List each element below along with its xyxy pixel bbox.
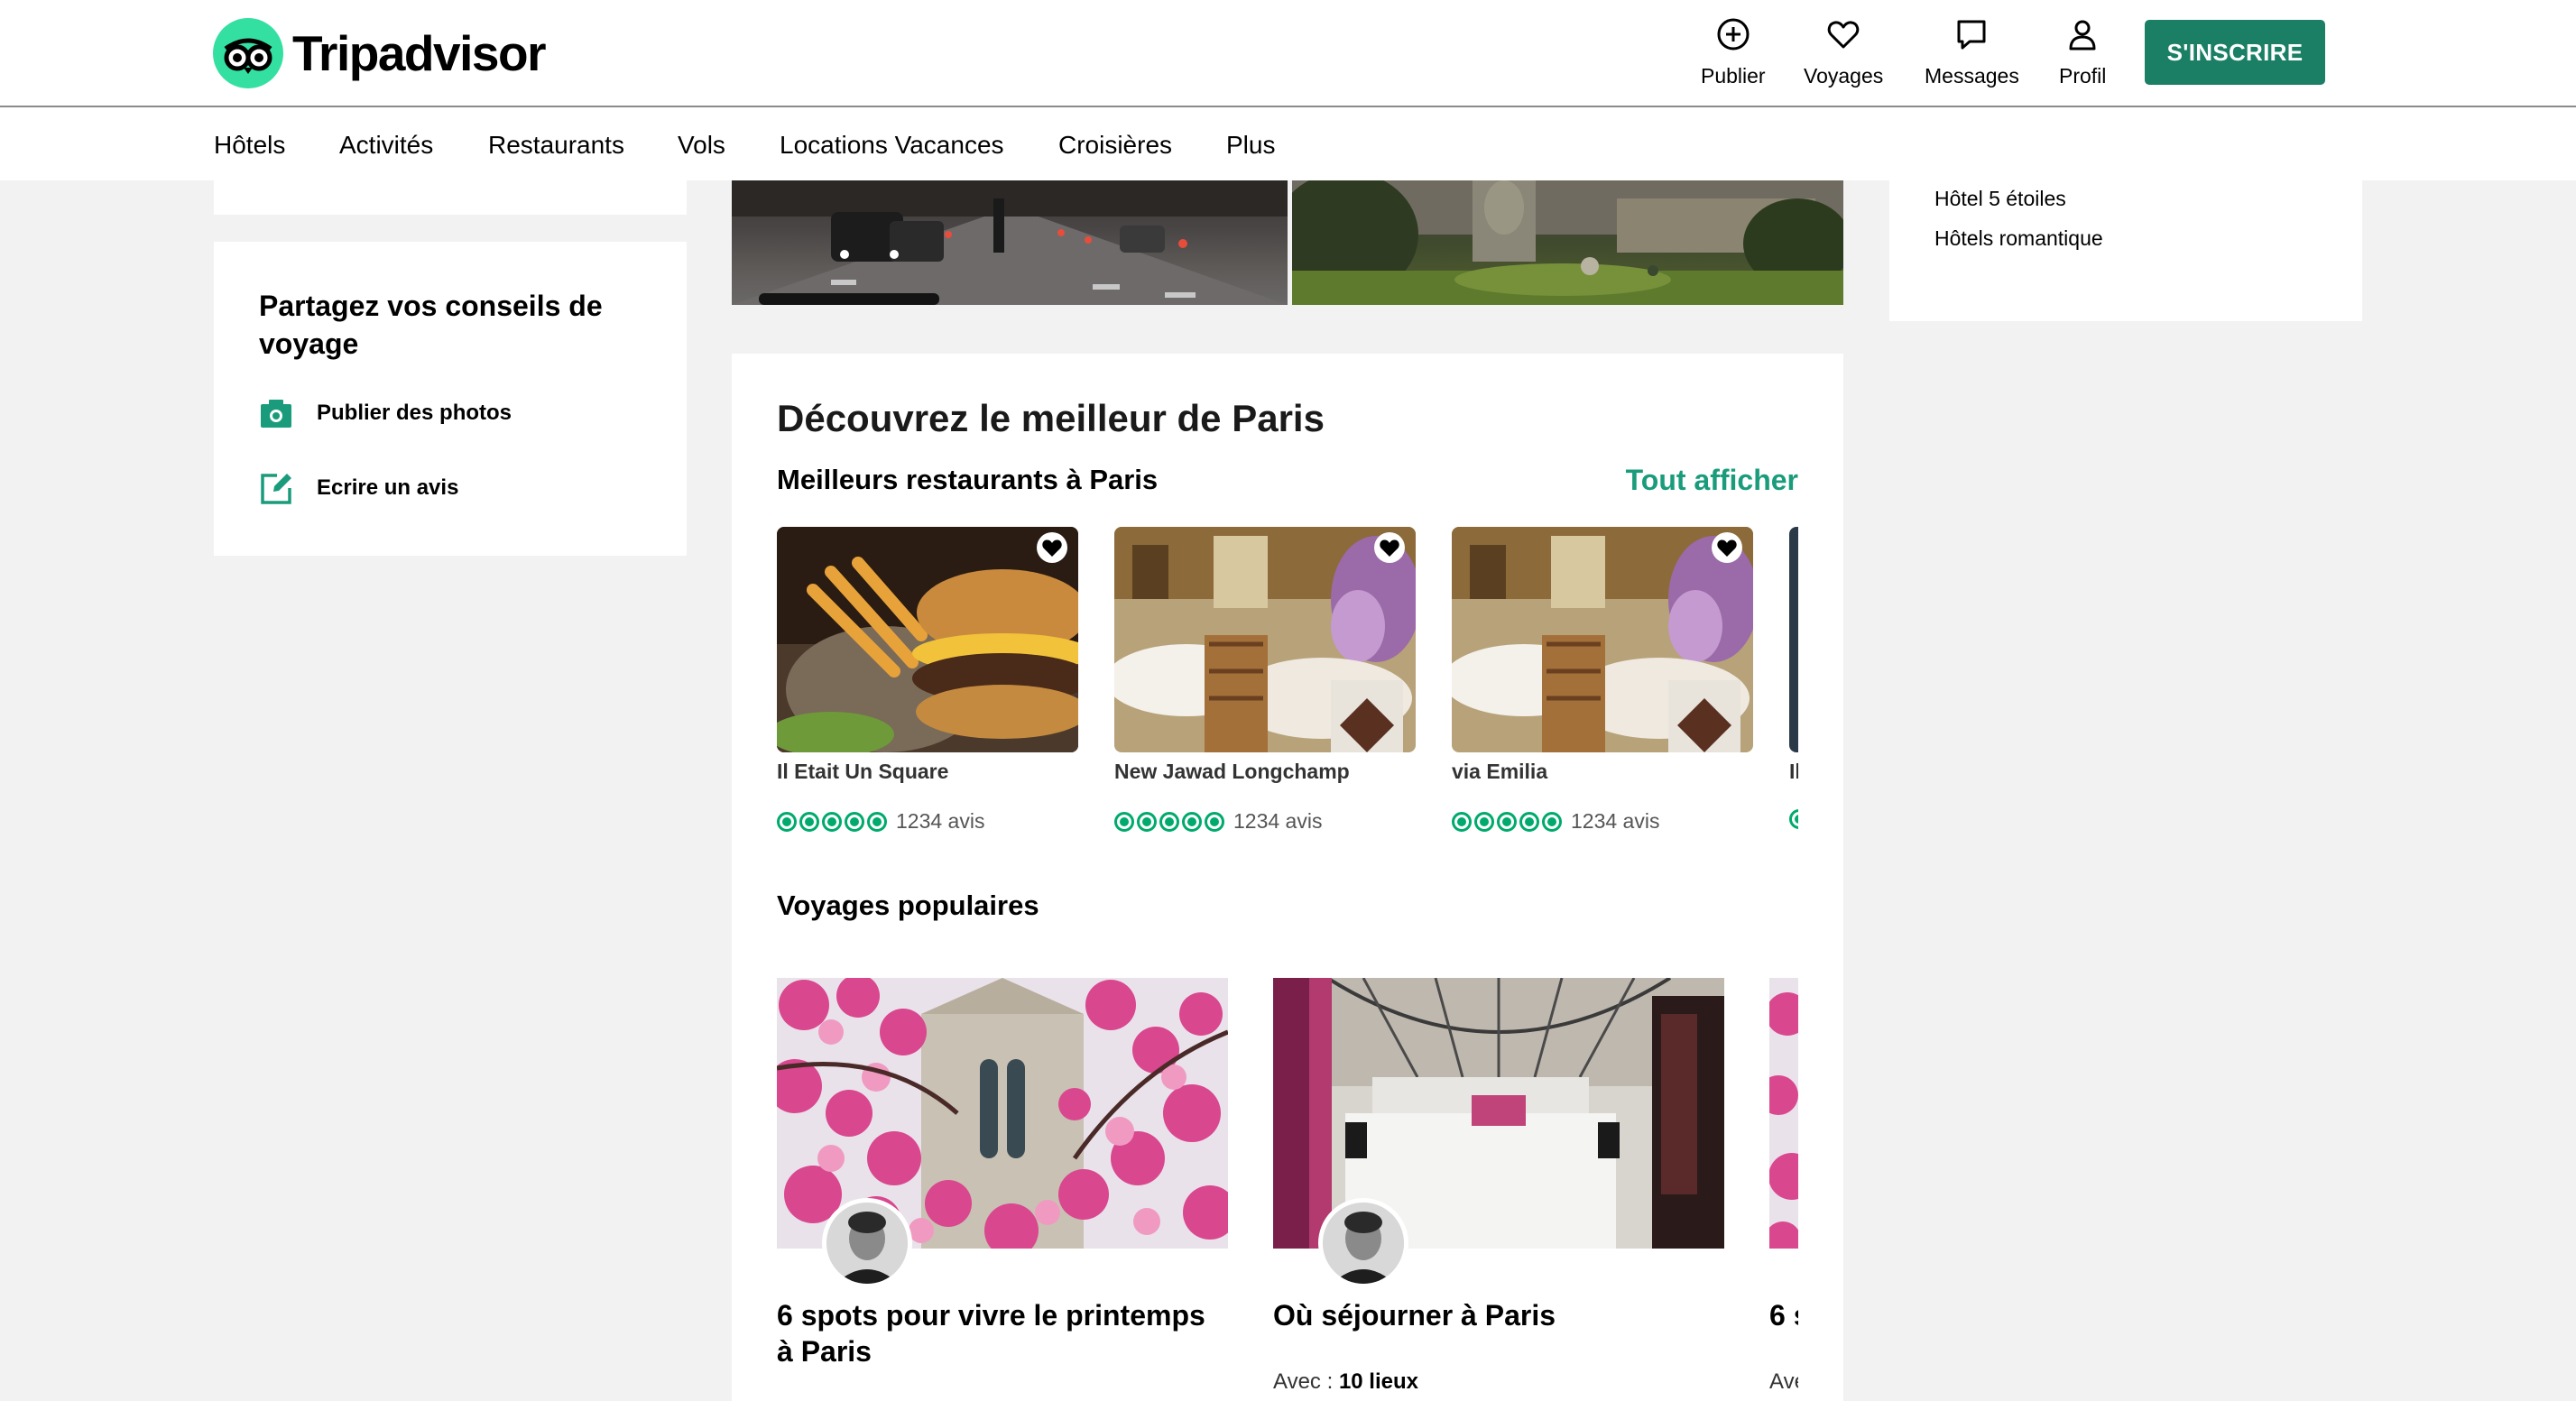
- restaurant-name: via Emilia: [1452, 760, 1548, 783]
- hotel-links-card: Hôtel 5 étoiles Hôtels romantique: [1889, 180, 2362, 321]
- restaurants-carousel: Il Etait Un Square 1234 avis New Jawad L…: [777, 527, 1798, 834]
- trips-label: Voyages: [1804, 64, 1884, 88]
- rating-bubbles: [1452, 811, 1562, 832]
- plus-circle-icon: [1717, 18, 1750, 51]
- nav-vacation-rentals[interactable]: Locations Vacances: [780, 131, 1004, 160]
- restaurant-photo: [1789, 527, 1798, 752]
- publish-button[interactable]: Publier: [1701, 16, 1766, 88]
- review-count: 1234 avis: [1233, 809, 1323, 833]
- write-review-label: Ecrire un avis: [317, 475, 459, 500]
- review-count: 1234 avis: [1571, 809, 1660, 833]
- trip-photo: [1769, 978, 1798, 1249]
- trip-places-count: 10 lieux: [1338, 1369, 1418, 1394]
- trip-title[interactable]: Où séjourner à Paris: [1273, 1297, 1724, 1333]
- tripadvisor-logo[interactable]: Tripadvisor: [213, 18, 546, 88]
- chat-icon: [1957, 20, 1986, 50]
- nav-activities[interactable]: Activités: [339, 131, 433, 160]
- trip-title[interactable]: 6 spots pour vivre le printemps à Paris: [777, 1297, 1228, 1369]
- trip-card[interactable]: 6 s Ave: [1769, 978, 1798, 1394]
- share-tips-card: Partagez vos conseils de voyage Publier …: [214, 242, 687, 556]
- profile-button[interactable]: Profil: [2059, 16, 2106, 88]
- restaurant-rating: 1234 avis: [1114, 809, 1416, 834]
- restaurant-rating: [1789, 809, 1798, 829]
- publish-label: Publier: [1701, 64, 1766, 88]
- hero-photos: [732, 180, 1843, 305]
- restaurant-name: New Jawad Longchamp: [1114, 760, 1350, 783]
- restaurant-card[interactable]: New Jawad Longchamp 1234 avis: [1114, 527, 1416, 834]
- top-header: Tripadvisor Publier Voyages Messages Pro…: [0, 0, 2576, 107]
- favorite-heart-icon[interactable]: [1712, 532, 1742, 563]
- trips-button[interactable]: Voyages: [1804, 16, 1883, 88]
- trip-meta: Ave: [1769, 1369, 1798, 1395]
- discover-title: Découvrez le meilleur de Paris: [777, 397, 1325, 439]
- best-restaurants-title: Meilleurs restaurants à Paris: [777, 464, 1159, 495]
- trip-with-label: Avec :: [1273, 1369, 1334, 1394]
- restaurant-card[interactable]: via Emilia 1234 avis: [1452, 527, 1753, 834]
- restaurant-name: Il Etait Un Square: [777, 760, 949, 783]
- write-review-link[interactable]: Ecrire un avis: [259, 471, 458, 505]
- nav-flights[interactable]: Vols: [678, 131, 725, 160]
- trip-meta: Avec : 10 lieux: [1273, 1369, 1418, 1395]
- restaurant-rating: 1234 avis: [777, 809, 1078, 834]
- signup-button[interactable]: S'INSCRIRE: [2145, 20, 2325, 85]
- see-all-link[interactable]: Tout afficher: [1626, 464, 1798, 497]
- review-count: 1234 avis: [896, 809, 985, 833]
- trips-carousel: 6 spots pour vivre le printemps à Paris: [777, 978, 1798, 1401]
- restaurant-photo: [777, 527, 1078, 752]
- nav-hotels[interactable]: Hôtels: [214, 131, 285, 160]
- favorite-heart-icon[interactable]: [1374, 532, 1405, 563]
- discover-card: Découvrez le meilleur de Paris Meilleurs…: [732, 354, 1843, 1401]
- brand-name: Tripadvisor: [292, 25, 546, 81]
- nav-restaurants[interactable]: Restaurants: [488, 131, 624, 160]
- edit-icon: [261, 474, 291, 504]
- heart-icon: [1827, 21, 1860, 49]
- link-romantic-hotels[interactable]: Hôtels romantique: [1934, 226, 2103, 251]
- user-icon: [2069, 20, 2096, 51]
- restaurant-name: Il: [1789, 760, 1798, 783]
- profile-label: Profil: [2059, 64, 2107, 88]
- restaurant-photo: [1452, 527, 1753, 752]
- share-tips-title: Partagez vos conseils de voyage: [259, 290, 603, 360]
- rating-bubbles: [1789, 809, 1798, 829]
- nav-cruises[interactable]: Croisières: [1058, 131, 1172, 160]
- nav-more[interactable]: Plus: [1226, 131, 1275, 160]
- link-5-star-hotel[interactable]: Hôtel 5 étoiles: [1934, 187, 2066, 211]
- popular-trips-title: Voyages populaires: [777, 889, 1039, 921]
- main-nav: Hôtels Activités Restaurants Vols Locati…: [0, 107, 2576, 180]
- restaurant-rating: 1234 avis: [1452, 809, 1753, 834]
- owl-logo-icon: [213, 18, 283, 88]
- trip-title[interactable]: 6 s: [1769, 1297, 1798, 1333]
- favorite-heart-icon[interactable]: [1037, 532, 1067, 563]
- garden-photo[interactable]: [1292, 180, 1843, 305]
- camera-icon: [261, 400, 291, 428]
- trip-card[interactable]: 6 spots pour vivre le printemps à Paris: [777, 978, 1228, 1368]
- restaurant-card[interactable]: Il: [1789, 527, 1798, 829]
- author-avatar[interactable]: [822, 1198, 912, 1288]
- rating-bubbles: [1114, 811, 1224, 832]
- publish-photos-link[interactable]: Publier des photos: [259, 397, 512, 429]
- street-photo[interactable]: [732, 180, 1288, 305]
- messages-label: Messages: [1925, 64, 2019, 88]
- trip-with-label: Ave: [1769, 1369, 1798, 1394]
- author-avatar[interactable]: [1318, 1198, 1408, 1288]
- rating-bubbles: [777, 811, 887, 832]
- trip-card[interactable]: Où séjourner à Paris Avec : 10 lieux: [1273, 978, 1724, 1394]
- restaurant-photo: [1114, 527, 1416, 752]
- restaurant-card[interactable]: Il Etait Un Square 1234 avis: [777, 527, 1078, 834]
- publish-photos-label: Publier des photos: [317, 401, 512, 425]
- messages-button[interactable]: Messages: [1925, 16, 2019, 88]
- sidebar-card-partial: [214, 180, 687, 215]
